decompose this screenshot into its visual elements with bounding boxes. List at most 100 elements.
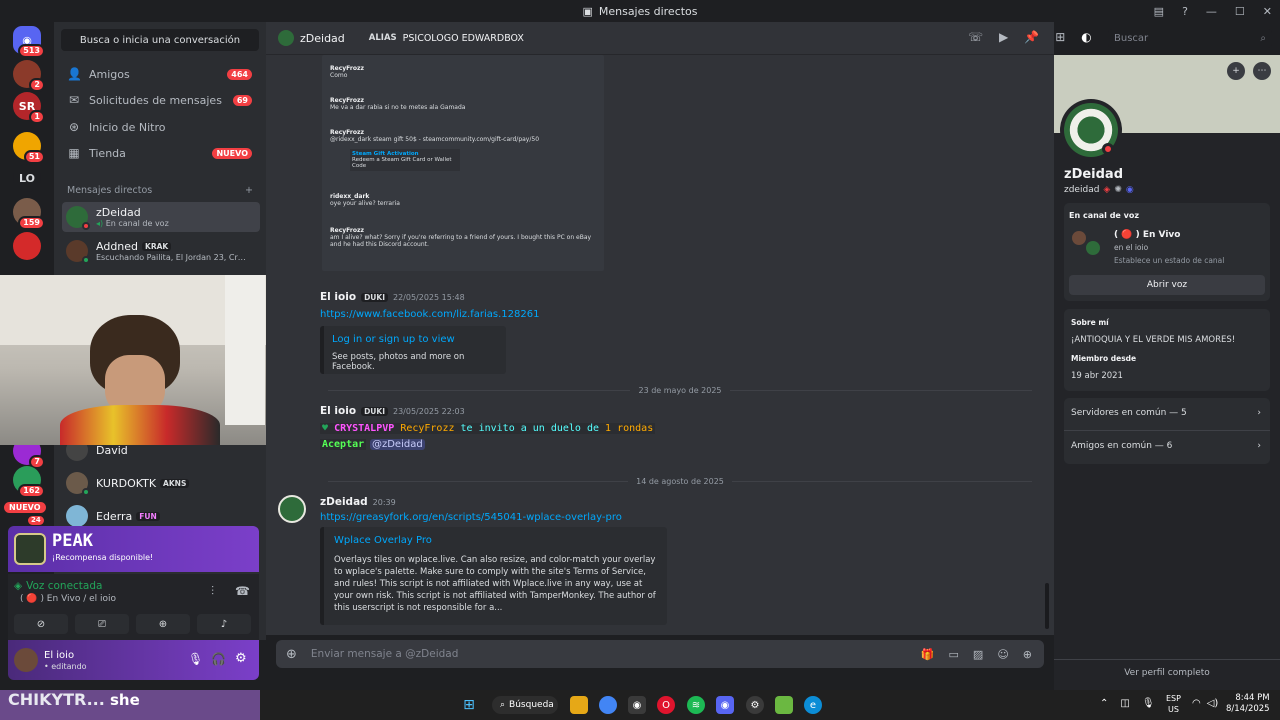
user-profile-icon[interactable]: ◐ (1081, 30, 1091, 44)
noise-suppression-icon[interactable]: ⫶ (211, 584, 214, 599)
promo-card[interactable]: PEAK ¡Recompensa disponible! (8, 526, 259, 572)
discord-icon[interactable]: ◉ (716, 696, 734, 714)
dnd-status-icon (1102, 143, 1114, 155)
chevron-up-icon[interactable]: ⌃ (1100, 698, 1108, 709)
edge-icon[interactable]: e (804, 696, 822, 714)
file-explorer-icon[interactable] (570, 696, 588, 714)
help-icon[interactable]: ? (1182, 5, 1188, 18)
duel-accept[interactable]: Aceptar (320, 439, 367, 450)
message-link[interactable]: https://www.facebook.com/liz.farias.1282… (320, 309, 880, 320)
headphones-icon[interactable]: 🎧 (211, 652, 226, 666)
dm-item-zdeidad[interactable]: zDeidad ◂) En canal de voz (62, 202, 260, 232)
voice-card-status[interactable]: Establece un estado de canal (1114, 256, 1224, 265)
screen-share-button[interactable]: ⎚ (75, 614, 129, 634)
dm-name: zDeidad (96, 206, 141, 219)
gif-icon[interactable]: ▭ (949, 648, 959, 661)
new-badge[interactable]: NUEVO (4, 502, 46, 513)
sticker-icon[interactable]: ▨ (973, 648, 983, 661)
nav-shop[interactable]: ▦ Tienda NUEVO (62, 140, 258, 166)
mutual-servers-row[interactable]: Servidores en común — 5 › (1071, 408, 1261, 418)
mic-icon[interactable]: 🎙 (188, 652, 203, 666)
windows-start-icon[interactable]: ⊞ (460, 696, 478, 714)
taskbar-search[interactable]: ⌕ Búsqueda (492, 696, 558, 714)
voice-call-icon[interactable]: ☏ (968, 30, 983, 44)
server-badge: 51 (23, 150, 45, 164)
message-author[interactable]: El ioio (320, 291, 356, 303)
embed-title[interactable]: Log in or sign up to view (332, 334, 498, 345)
view-full-profile-link[interactable]: Ver perfil completo (1054, 668, 1280, 678)
add-friend-icon[interactable]: + (1227, 62, 1245, 80)
message-link[interactable]: https://greasyfork.org/en/scripts/545041… (320, 512, 880, 523)
profile-panel: + ⋯ zDeidad zdeidad ◈ ✺ ◉ En canal de vo… (1054, 55, 1280, 690)
activity-icon[interactable]: ⊕ (1023, 648, 1032, 661)
attached-screenshot[interactable]: RecyFrozz Como RecyFrozz Me va a dar rabia… (322, 55, 604, 271)
server-6[interactable] (13, 232, 41, 260)
more-options-icon[interactable]: ⋯ (1253, 62, 1271, 80)
gift-icon[interactable]: 🎁 (921, 648, 935, 661)
mic-tray-icon[interactable]: 🎙 (1142, 698, 1155, 709)
nav-message-requests[interactable]: ✉ Solicitudes de mensajes 69 (62, 87, 258, 113)
nav-friends[interactable]: 👤 Amigos 464 (62, 61, 258, 87)
nav-badge: 464 (227, 68, 252, 80)
embed-description: Overlays tiles on wplace.live. Can also … (334, 555, 656, 613)
language-indicator[interactable]: ESP US (1166, 693, 1181, 715)
message: El ioio DUKI 22/05/2025 15:48 https://ww… (320, 291, 880, 374)
screenshot-author: ridexx_dark (330, 193, 370, 200)
server-8[interactable]: 162 (13, 466, 45, 498)
server-lo[interactable]: LO (13, 164, 41, 192)
message-input[interactable]: Enviar mensaje a @zDeidad (311, 648, 907, 660)
search-input[interactable]: Buscar ⌕ (1108, 29, 1272, 48)
server-1[interactable]: 2 (13, 60, 45, 92)
mutual-friends-row[interactable]: Amigos en común — 6 › (1071, 441, 1261, 451)
video-call-icon[interactable]: ▶ (999, 30, 1008, 44)
emoji-icon[interactable]: ☺ (997, 648, 1008, 661)
server-3[interactable]: 51 (13, 132, 45, 164)
dm-item-addned[interactable]: Addned KRAK Escuchando Pailita, El Jordan… (62, 236, 260, 266)
inbox-icon[interactable]: ▤ (1154, 5, 1164, 18)
camera-off-button[interactable]: ⊘ (14, 614, 68, 634)
activity-button[interactable]: ⊕ (136, 614, 190, 634)
add-friends-icon[interactable]: ⊞ (1055, 30, 1065, 44)
steam-icon[interactable]: ⚙ (746, 696, 764, 714)
chrome-icon[interactable] (599, 696, 617, 714)
network-icon[interactable]: ◫ (1120, 698, 1129, 709)
find-conversation-button[interactable]: Busca o inicia una conversación (61, 29, 259, 51)
server-5[interactable]: 159 (13, 198, 45, 230)
soundboard-button[interactable]: ♪ (197, 614, 251, 634)
pin-icon[interactable]: 📌 (1024, 30, 1039, 44)
guild-tag: FUN (136, 511, 160, 521)
voice-card: En canal de voz ( 🔴 ) En Vivo en el ioio… (1064, 203, 1270, 301)
maximize-button[interactable]: ☐ (1235, 5, 1245, 18)
tray-status[interactable]: ◠ ◁) (1192, 698, 1218, 709)
dm-name-row: KURDOKTK AKNS (96, 476, 190, 490)
opera-icon[interactable]: O (657, 696, 675, 714)
embed-title[interactable]: Wplace Overlay Pro (334, 535, 657, 546)
minecraft-icon[interactable] (775, 696, 793, 714)
user-mention[interactable]: @zDeidad (369, 439, 425, 450)
dm-name: KURDOKTK (96, 476, 157, 490)
close-button[interactable]: ✕ (1263, 5, 1272, 18)
spotify-icon[interactable]: ≋ (687, 696, 705, 714)
message-author[interactable]: zDeidad (320, 496, 368, 508)
screenshot-author: RecyFrozz (330, 65, 364, 72)
nav-nitro[interactable]: ⊛ Inicio de Nitro (62, 114, 258, 140)
voice-channel[interactable]: ( 🔴 ) En Vivo / el ioio (20, 594, 116, 604)
home-button[interactable]: ◉ 513 (13, 26, 45, 58)
minimize-button[interactable]: — (1206, 5, 1217, 18)
avatar[interactable] (14, 648, 38, 672)
chat-scrollbar[interactable] (1045, 583, 1049, 629)
open-voice-button[interactable]: Abrir voz (1069, 275, 1265, 295)
dm-item-kurdoktk[interactable]: KURDOKTK AKNS (62, 468, 260, 498)
create-dm-button[interactable]: + (245, 185, 253, 196)
nav-badge: NUEVO (212, 147, 252, 159)
message-author[interactable]: El ioio (320, 405, 356, 417)
obs-icon[interactable]: ◉ (628, 696, 646, 714)
server-sr[interactable]: SR 1 (13, 92, 45, 124)
chevron-right-icon: › (1257, 408, 1261, 418)
add-attachment-icon[interactable]: ⊕ (286, 647, 297, 662)
avatar[interactable] (278, 495, 306, 523)
settings-gear-icon[interactable]: ⚙ (235, 651, 247, 666)
dm-name: Addned (96, 240, 139, 253)
disconnect-icon[interactable]: ☎ (235, 584, 250, 598)
clock[interactable]: 8:44 PM 8/14/2025 (1226, 693, 1270, 715)
